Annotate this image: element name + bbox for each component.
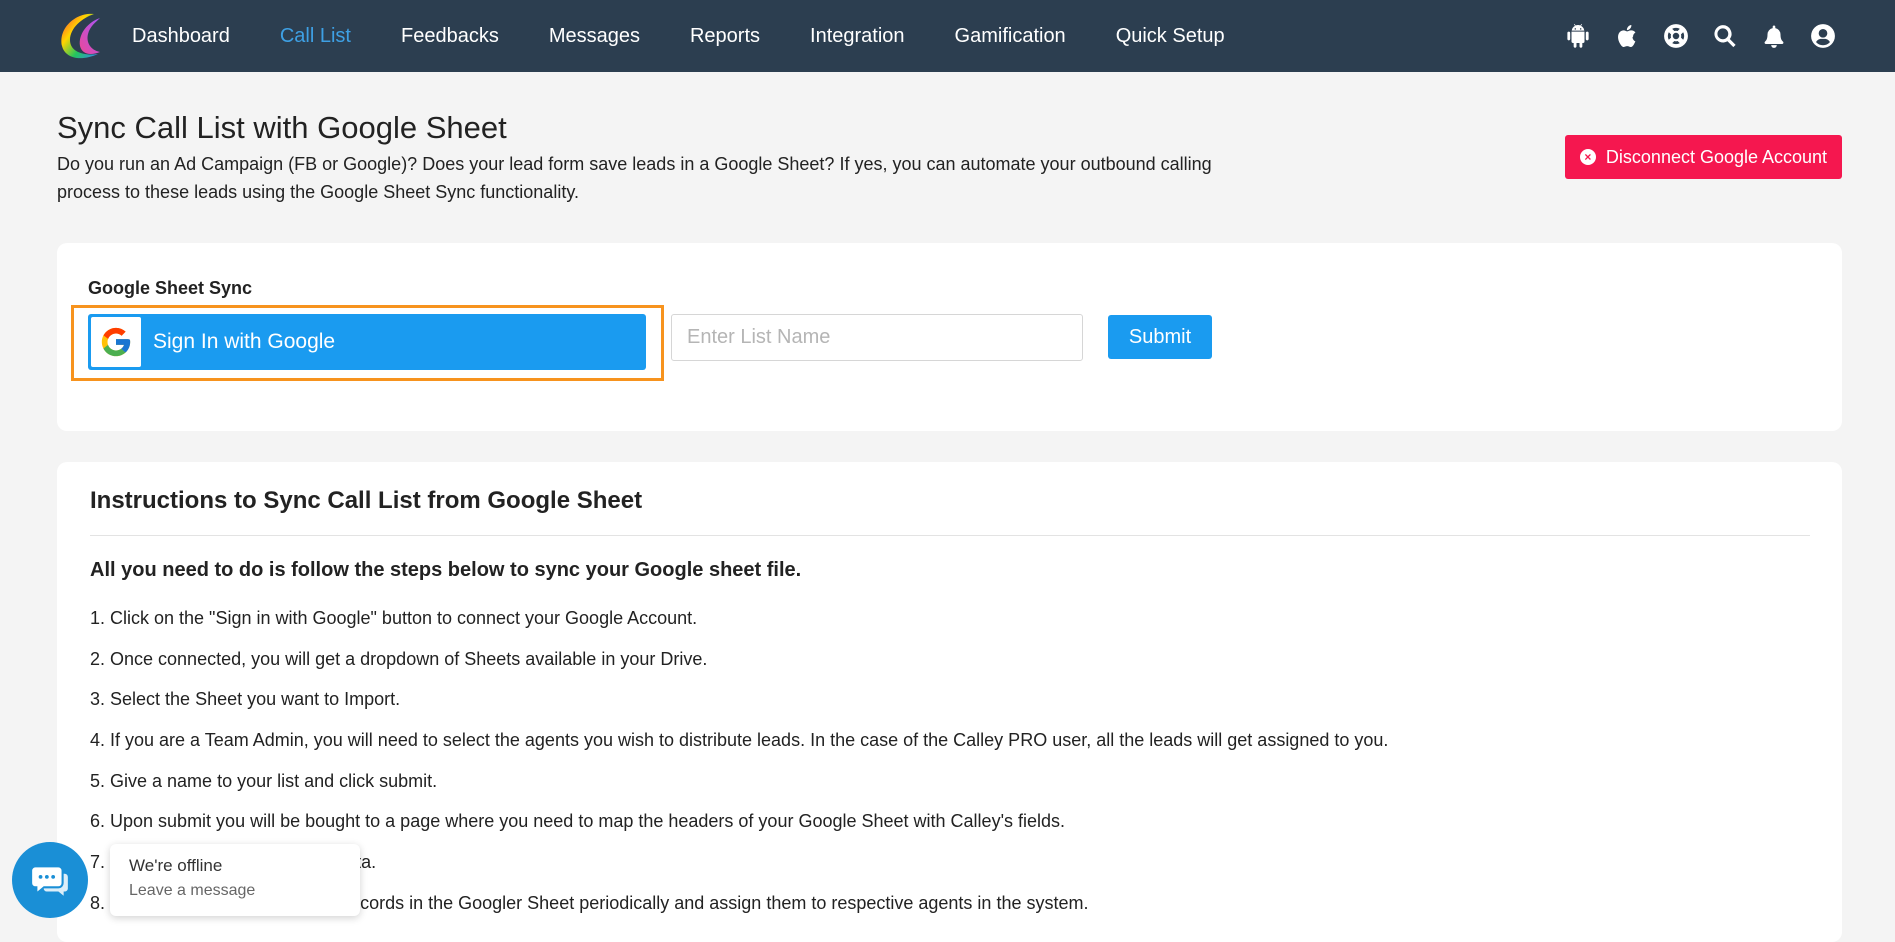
search-icon[interactable]	[1711, 22, 1739, 50]
user-avatar-icon[interactable]	[1809, 22, 1837, 50]
sign-in-with-google-label: Sign In with Google	[153, 330, 336, 353]
instruction-step: 5. Give a name to your list and click su…	[90, 770, 438, 791]
top-navbar: Dashboard Call List Feedbacks Messages R…	[0, 0, 1895, 72]
chat-leave-message-link[interactable]: Leave a message	[129, 882, 341, 900]
list-name-input[interactable]	[671, 314, 1083, 361]
disconnect-google-label: Disconnect Google Account	[1605, 146, 1828, 167]
disconnect-google-button[interactable]: × Disconnect Google Account	[1565, 135, 1842, 179]
nav-dashboard[interactable]: Dashboard	[132, 25, 230, 48]
google-sheet-sync-label: Google Sheet Sync	[88, 278, 253, 298]
instructions-title: Instructions to Sync Call List from Goog…	[90, 487, 643, 514]
nav-gamification[interactable]: Gamification	[955, 25, 1066, 48]
nav-call-list[interactable]: Call List	[280, 25, 351, 48]
calley-logo[interactable]	[54, 8, 110, 64]
nav-reports[interactable]: Reports	[690, 25, 760, 48]
close-circle-icon: ×	[1579, 149, 1596, 165]
page-title: Sync Call List with Google Sheet	[57, 110, 507, 145]
submit-button[interactable]: Submit	[1108, 315, 1212, 359]
sign-in-with-google-button[interactable]: Sign In with Google	[88, 314, 646, 370]
instruction-step: 1. Click on the "Sign in with Google" bu…	[90, 608, 698, 628]
bell-icon[interactable]	[1760, 22, 1788, 50]
main-nav: Dashboard Call List Feedbacks Messages R…	[132, 0, 1275, 72]
android-icon[interactable]	[1564, 22, 1592, 50]
instruction-step: 4. If you are a Team Admin, you will nee…	[90, 730, 1389, 751]
nav-quick-setup[interactable]: Quick Setup	[1116, 25, 1225, 48]
chat-launcher-button[interactable]	[12, 842, 88, 918]
instruction-step: 2. Once connected, you will get a dropdo…	[90, 648, 708, 669]
chat-status-text: We're offline	[129, 856, 223, 875]
nav-feedbacks[interactable]: Feedbacks	[401, 25, 499, 48]
instructions-divider	[90, 535, 1810, 536]
nav-icon-group	[1543, 0, 1837, 72]
nav-messages[interactable]: Messages	[549, 25, 640, 48]
google-sheet-sync-card: Google Sheet Sync Sign In with Google Su…	[57, 243, 1842, 431]
page-description: Do you run an Ad Campaign (FB or Google)…	[57, 154, 1212, 202]
instructions-subtitle: All you need to do is follow the steps b…	[90, 559, 802, 581]
instruction-step: 3. Select the Sheet you want to Import.	[90, 689, 401, 710]
chat-icon	[32, 867, 68, 896]
google-g-icon	[91, 317, 141, 367]
help-lifebuoy-icon[interactable]	[1662, 22, 1690, 50]
apple-icon[interactable]	[1613, 22, 1641, 50]
nav-integration[interactable]: Integration	[810, 25, 905, 48]
chat-offline-popup[interactable]: We're offline Leave a message	[110, 844, 360, 916]
